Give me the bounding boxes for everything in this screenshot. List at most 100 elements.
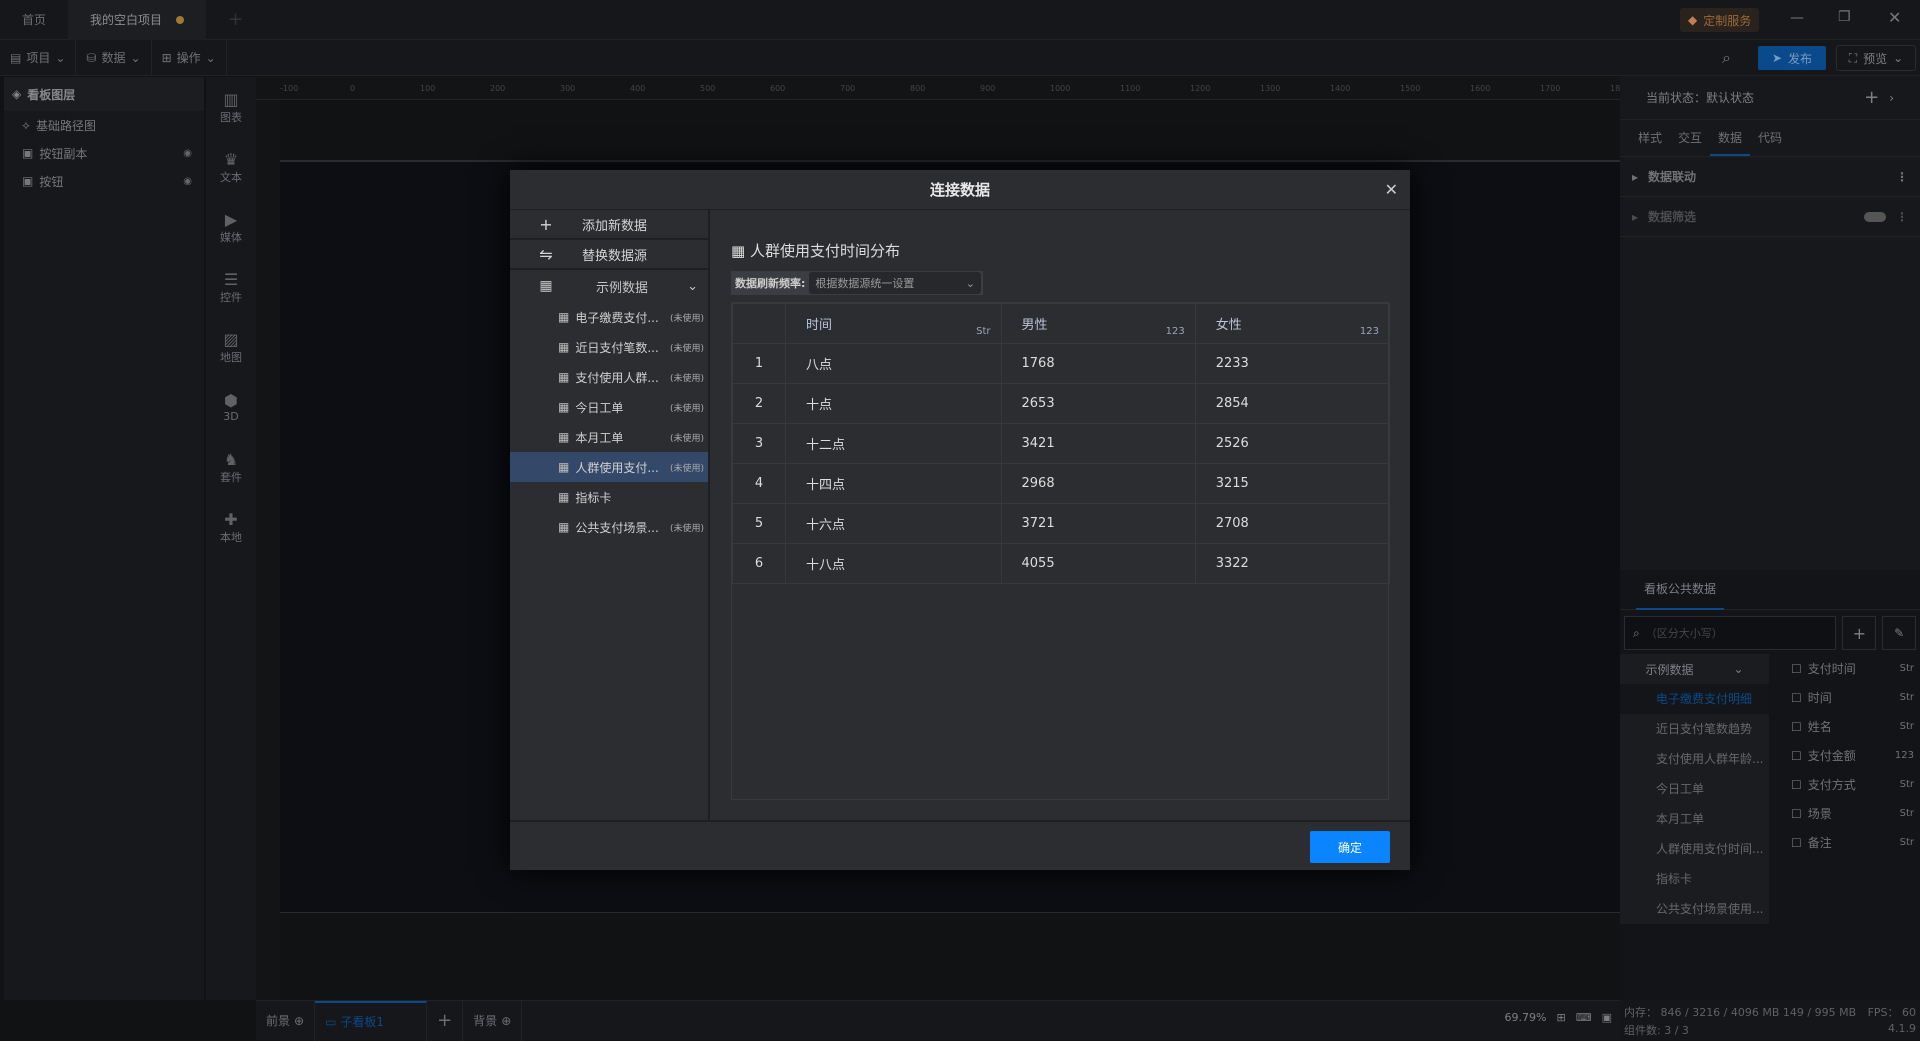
- filter-toggle[interactable]: [1864, 211, 1886, 222]
- subboard-tab[interactable]: ▭ 子看板1: [315, 1000, 428, 1041]
- add-circle-icon[interactable]: ⊕: [501, 1014, 511, 1028]
- checkbox[interactable]: ☐: [1791, 662, 1802, 676]
- button-icon: ▣: [22, 174, 34, 188]
- component-media[interactable]: ▶ 媒体: [206, 197, 256, 257]
- hidden-eye-icon[interactable]: ◉: [183, 148, 192, 159]
- component-chart[interactable]: ▥ 图表: [206, 77, 256, 137]
- restore-button[interactable]: ❐: [1838, 9, 1851, 25]
- tab-bar: 首页 我的空白项目 + ◆ 定制服务 — ❐ ✕: [0, 0, 1920, 40]
- table-row: 6 十八点 4055 3322: [732, 543, 1391, 584]
- dataset-group[interactable]: ▦ 示例数据 ⌄: [510, 270, 708, 302]
- data-source-item[interactable]: ▦ 公共支付场景... (未使用): [510, 512, 708, 542]
- public-search-input[interactable]: ⌕ （区分大小写）: [1624, 616, 1837, 650]
- confirm-button[interactable]: 确定: [1310, 831, 1390, 863]
- checkbox[interactable]: ☐: [1791, 691, 1802, 705]
- close-window-button[interactable]: ✕: [1888, 8, 1901, 27]
- field-item[interactable]: ☐ 场景 Str: [1769, 799, 1920, 828]
- layer-item[interactable]: ⟡ 基础路径图: [4, 111, 204, 139]
- terminal-icon[interactable]: ▣: [1602, 1011, 1612, 1024]
- data-source-item[interactable]: ▦ 人群使用支付... (未使用): [510, 452, 708, 482]
- more-icon[interactable]: ⋮: [1896, 210, 1908, 224]
- field-item[interactable]: ☐ 支付方式 Str: [1769, 770, 1920, 799]
- minimize-button[interactable]: —: [1790, 10, 1804, 26]
- custom-service-button[interactable]: ◆ 定制服务: [1680, 8, 1760, 32]
- public-dataset-item[interactable]: 近日支付笔数趋势: [1620, 714, 1769, 744]
- data-source-item[interactable]: ▦ 近日支付笔数... (未使用): [510, 332, 708, 362]
- tab-code[interactable]: 代码: [1750, 120, 1790, 156]
- refresh-select[interactable]: 根据数据源统一设置 ⌄: [809, 272, 981, 294]
- field-item[interactable]: ☐ 备注 Str: [1769, 828, 1920, 857]
- hidden-eye-icon[interactable]: ◉: [183, 176, 192, 187]
- table-cell: 十二点: [785, 423, 1002, 464]
- checkbox[interactable]: ☐: [1791, 720, 1802, 734]
- field-type: Str: [1899, 721, 1914, 732]
- edit-icon[interactable]: ✎: [1882, 616, 1917, 650]
- chevron-right-icon[interactable]: ›: [1889, 91, 1894, 105]
- menu-project[interactable]: ▤ 项目 ⌄: [0, 39, 77, 76]
- checkbox[interactable]: ☐: [1791, 749, 1802, 763]
- preview-button[interactable]: ⛶ 预览 ⌄: [1836, 45, 1916, 71]
- ruler-tick-label: 1200: [1190, 84, 1211, 93]
- foreground-tab[interactable]: 前景 ⊕: [256, 1000, 316, 1041]
- tab-style[interactable]: 样式: [1630, 120, 1670, 156]
- component-text[interactable]: ♛ 文本: [206, 137, 256, 197]
- new-tab-button[interactable]: +: [206, 0, 265, 40]
- field-item[interactable]: ☐ 支付金额 123: [1769, 741, 1920, 770]
- data-source-item[interactable]: ▦ 本月工单 (未使用): [510, 422, 708, 452]
- checkbox[interactable]: ☐: [1791, 836, 1802, 850]
- publish-button[interactable]: ➤ 发布: [1758, 46, 1826, 70]
- tab-home[interactable]: 首页: [0, 0, 68, 40]
- public-dataset-item[interactable]: 电子缴费支付明细: [1620, 684, 1769, 714]
- fit-icon[interactable]: ⊞: [1556, 1011, 1565, 1024]
- checkbox[interactable]: ☐: [1791, 778, 1802, 792]
- more-icon[interactable]: ⋮: [1896, 170, 1908, 184]
- dataset-group[interactable]: 示例数据 ⌄: [1620, 654, 1769, 684]
- ruler-tick-label: 1300: [1260, 84, 1281, 93]
- ruler-tick-label: 1500: [1400, 84, 1421, 93]
- close-icon[interactable]: ✕: [1385, 180, 1398, 199]
- menu-data[interactable]: ⛁ 数据 ⌄: [76, 39, 152, 76]
- data-linkage-section[interactable]: ▸ 数据联动 ⋮: [1620, 157, 1920, 197]
- data-filter-section[interactable]: ▸ 数据筛选 ⋮: [1620, 197, 1920, 237]
- memory-status: 内存： 846 / 3216 / 4096 MB 149 / 995 MB: [1624, 1006, 1857, 1019]
- data-source-item[interactable]: ▦ 今日工单 (未使用): [510, 392, 708, 422]
- public-dataset-item[interactable]: 本月工单: [1620, 804, 1769, 834]
- field-name: 支付时间: [1807, 662, 1856, 676]
- data-source-item[interactable]: ▦ 支付使用人群... (未使用): [510, 362, 708, 392]
- keyboard-icon[interactable]: ⌨: [1576, 1011, 1592, 1024]
- component-map[interactable]: ▨ 地图: [206, 317, 256, 377]
- public-dataset-item[interactable]: 人群使用支付时间...: [1620, 834, 1769, 864]
- search-icon[interactable]: ⌕: [1722, 48, 1731, 68]
- field-item[interactable]: ☐ 支付时间 Str: [1769, 654, 1920, 683]
- component-kit[interactable]: ♞ 套件: [206, 437, 256, 497]
- component-widget[interactable]: ☰ 控件: [206, 257, 256, 317]
- tab-data[interactable]: 数据: [1710, 120, 1751, 156]
- add-circle-icon[interactable]: ⊕: [294, 1014, 304, 1028]
- unused-badge: (未使用): [669, 373, 704, 384]
- menu-operate[interactable]: ⊞ 操作 ⌄: [152, 39, 227, 76]
- field-item[interactable]: ☐ 姓名 Str: [1769, 712, 1920, 741]
- table-cell: 十六点: [785, 503, 1002, 544]
- public-dataset-item[interactable]: 支付使用人群年龄...: [1620, 744, 1769, 774]
- add-data-button[interactable]: +: [1842, 616, 1877, 650]
- toolbar: ▤ 项目 ⌄ ⛁ 数据 ⌄ ⊞ 操作 ⌄ ⌕ ➤ 发布 ⛶ 预览 ⌄: [0, 39, 1920, 76]
- background-tab[interactable]: 背景 ⊕: [463, 1000, 523, 1041]
- table-icon: ▦: [731, 242, 750, 260]
- checkbox[interactable]: ☐: [1791, 807, 1802, 821]
- add-state-icon[interactable]: +: [1864, 87, 1879, 108]
- layer-item[interactable]: ▣ 按钮副本 ◉: [4, 139, 204, 167]
- data-source-item[interactable]: ▦ 指标卡: [510, 482, 708, 512]
- tab-project[interactable]: 我的空白项目: [68, 0, 207, 40]
- replace-source-button[interactable]: ⇋ 替换数据源: [510, 240, 708, 270]
- add-board-button[interactable]: +: [427, 1000, 464, 1041]
- public-dataset-item[interactable]: 公共支付场景使用...: [1620, 894, 1769, 924]
- component-3d[interactable]: ⬢ 3D: [206, 377, 256, 437]
- layer-item[interactable]: ▣ 按钮 ◉: [4, 167, 204, 195]
- component-local[interactable]: ✚ 本地: [206, 497, 256, 557]
- public-dataset-item[interactable]: 指标卡: [1620, 864, 1769, 894]
- add-data-button[interactable]: + 添加新数据: [510, 210, 708, 240]
- tab-interaction[interactable]: 交互: [1670, 120, 1710, 156]
- public-dataset-item[interactable]: 今日工单: [1620, 774, 1769, 804]
- field-item[interactable]: ☐ 时间 Str: [1769, 683, 1920, 712]
- data-source-item[interactable]: ▦ 电子缴费支付... (未使用): [510, 302, 708, 332]
